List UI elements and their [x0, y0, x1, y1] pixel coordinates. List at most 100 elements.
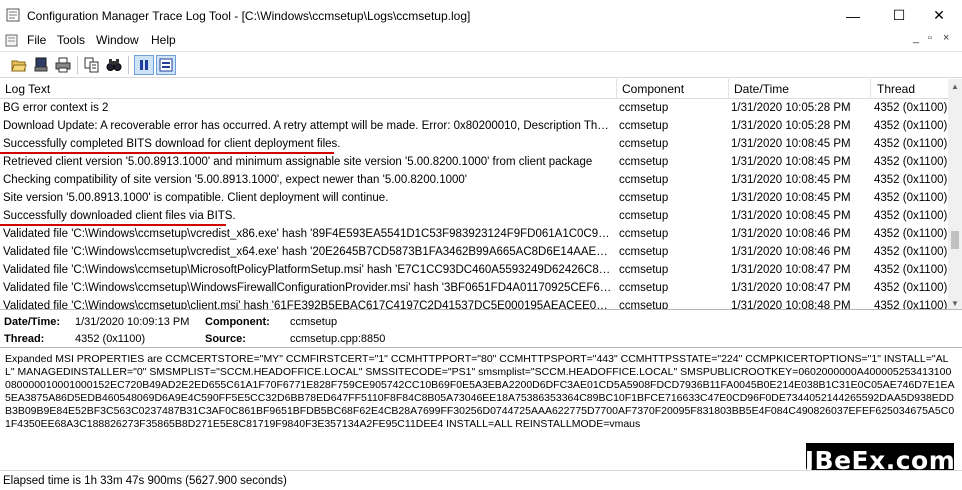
log-row[interactable]: Site version '5.00.8913.1000' is compati…: [0, 190, 948, 208]
mdi-restore-button[interactable]: ▫: [928, 32, 932, 44]
highlight-button[interactable]: [156, 55, 176, 75]
log-thread: 4352 (0x1100): [874, 120, 948, 132]
vertical-scrollbar[interactable]: ▲ ▼: [948, 79, 962, 309]
log-datetime: 1/31/2020 10:08:45 PM: [731, 156, 851, 168]
log-component: ccmsetup: [619, 138, 669, 150]
menu-bar: File Tools Window Help _ ▫ ×: [0, 31, 962, 51]
column-header-thread[interactable]: Thread: [877, 82, 915, 96]
log-grid[interactable]: Log Text Component Date/Time Thread BG e…: [0, 79, 962, 310]
find-button[interactable]: [104, 55, 124, 75]
log-component: ccmsetup: [619, 264, 669, 276]
log-thread: 4352 (0x1100): [874, 246, 948, 258]
log-row[interactable]: Validated file 'C:\Windows\ccmsetup\Micr…: [0, 262, 948, 280]
log-thread: 4352 (0x1100): [874, 228, 948, 240]
mdi-minimize-button[interactable]: _: [913, 32, 919, 44]
log-datetime: 1/31/2020 10:08:46 PM: [731, 246, 851, 258]
log-thread: 4352 (0x1100): [874, 174, 948, 186]
elapsed-time-status: Elapsed time is 1h 33m 47s 900ms (5627.9…: [3, 475, 287, 487]
component-value: ccmsetup: [290, 316, 338, 328]
log-row[interactable]: Validated file 'C:\Windows\ccmsetup\clie…: [0, 298, 948, 310]
log-row[interactable]: Successfully completed BITS download for…: [0, 136, 948, 154]
menu-file[interactable]: File: [27, 33, 46, 47]
log-thread: 4352 (0x1100): [874, 264, 948, 276]
log-datetime: 1/31/2020 10:08:45 PM: [731, 174, 851, 186]
log-thread: 4352 (0x1100): [874, 300, 948, 310]
minimize-button[interactable]: —: [830, 0, 876, 31]
log-text: BG error context is 2: [3, 102, 109, 114]
log-thread: 4352 (0x1100): [874, 102, 948, 114]
copy-icon: [84, 57, 99, 73]
log-component: ccmsetup: [619, 228, 669, 240]
log-row[interactable]: Validated file 'C:\Windows\ccmsetup\vcre…: [0, 244, 948, 262]
log-row[interactable]: BG error context is 2 ccmsetup 1/31/2020…: [0, 100, 948, 118]
menu-tools[interactable]: Tools: [57, 33, 85, 47]
log-thread: 4352 (0x1100): [874, 192, 948, 204]
menu-window[interactable]: Window: [96, 33, 139, 47]
status-bar: Elapsed time is 1h 33m 47s 900ms (5627.9…: [0, 470, 962, 490]
log-component: ccmsetup: [619, 246, 669, 258]
log-row[interactable]: Retrieved client version '5.00.8913.1000…: [0, 154, 948, 172]
log-datetime: 1/31/2020 10:08:47 PM: [731, 264, 851, 276]
source-value: ccmsetup.cpp:8850: [290, 333, 386, 345]
log-row[interactable]: Successfully downloaded client files via…: [0, 208, 948, 226]
log-component: ccmsetup: [619, 120, 669, 132]
find-icon: [106, 59, 122, 71]
log-text: Site version '5.00.8913.1000' is compati…: [3, 192, 389, 204]
print-preview-button[interactable]: [31, 55, 51, 75]
column-divider[interactable]: [616, 79, 617, 99]
column-header-component[interactable]: Component: [622, 82, 684, 96]
log-text: Validated file 'C:\Windows\ccmsetup\vcre…: [3, 246, 614, 258]
print-icon: [55, 57, 71, 73]
log-datetime: 1/31/2020 10:08:45 PM: [731, 192, 851, 204]
thread-label: Thread:: [4, 333, 45, 345]
log-datetime: 1/31/2020 10:08:46 PM: [731, 228, 851, 240]
scroll-up-icon[interactable]: ▲: [948, 79, 962, 93]
scroll-down-icon[interactable]: ▼: [948, 296, 962, 309]
menu-help[interactable]: Help: [151, 33, 176, 47]
mdi-close-button[interactable]: ×: [943, 32, 949, 44]
document-icon[interactable]: [5, 34, 18, 47]
print-button[interactable]: [53, 55, 73, 75]
log-component: ccmsetup: [619, 300, 669, 310]
log-component: ccmsetup: [619, 174, 669, 186]
source-label: Source:: [205, 333, 246, 345]
log-text: Successfully downloaded client files via…: [3, 210, 236, 222]
log-text: Validated file 'C:\Windows\ccmsetup\Wind…: [3, 282, 614, 294]
toolbar-separator: [77, 56, 78, 74]
details-pane: Date/Time: 1/31/2020 10:09:13 PM Compone…: [0, 311, 962, 348]
log-thread: 4352 (0x1100): [874, 156, 948, 168]
log-row[interactable]: Checking compatibility of site version '…: [0, 172, 948, 190]
pause-icon: [140, 60, 148, 70]
log-row[interactable]: Download Update: A recoverable error has…: [0, 118, 948, 136]
column-header-log-text[interactable]: Log Text: [5, 82, 50, 96]
column-divider[interactable]: [870, 79, 871, 99]
close-button[interactable]: ✕: [916, 0, 962, 31]
log-datetime: 1/31/2020 10:08:48 PM: [731, 300, 851, 310]
log-text: Validated file 'C:\Windows\ccmsetup\vcre…: [3, 228, 614, 240]
open-icon: [11, 60, 27, 72]
datetime-label: Date/Time:: [4, 316, 61, 328]
log-row[interactable]: Validated file 'C:\Windows\ccmsetup\vcre…: [0, 226, 948, 244]
log-thread: 4352 (0x1100): [874, 282, 948, 294]
toolbar: [0, 51, 962, 78]
log-row[interactable]: Validated file 'C:\Windows\ccmsetup\Wind…: [0, 280, 948, 298]
log-datetime: 1/31/2020 10:05:28 PM: [731, 102, 851, 114]
log-component: ccmsetup: [619, 102, 669, 114]
pause-button[interactable]: [134, 55, 154, 75]
log-datetime: 1/31/2020 10:08:45 PM: [731, 210, 851, 222]
component-label: Component:: [205, 316, 270, 328]
log-text: Validated file 'C:\Windows\ccmsetup\clie…: [3, 300, 614, 310]
log-datetime: 1/31/2020 10:08:45 PM: [731, 138, 851, 150]
log-text: Validated file 'C:\Windows\ccmsetup\Micr…: [3, 264, 614, 276]
column-divider[interactable]: [728, 79, 729, 99]
grid-header: Log Text Component Date/Time Thread: [0, 79, 948, 99]
log-datetime: 1/31/2020 10:05:28 PM: [731, 120, 851, 132]
column-header-datetime[interactable]: Date/Time: [734, 82, 789, 96]
log-thread: 4352 (0x1100): [874, 138, 948, 150]
log-component: ccmsetup: [619, 282, 669, 294]
scroll-thumb[interactable]: [951, 231, 959, 249]
toolbar-separator: [128, 56, 129, 74]
copy-button[interactable]: [82, 55, 102, 75]
open-button[interactable]: [9, 55, 29, 75]
title-bar[interactable]: Configuration Manager Trace Log Tool - […: [0, 0, 962, 31]
